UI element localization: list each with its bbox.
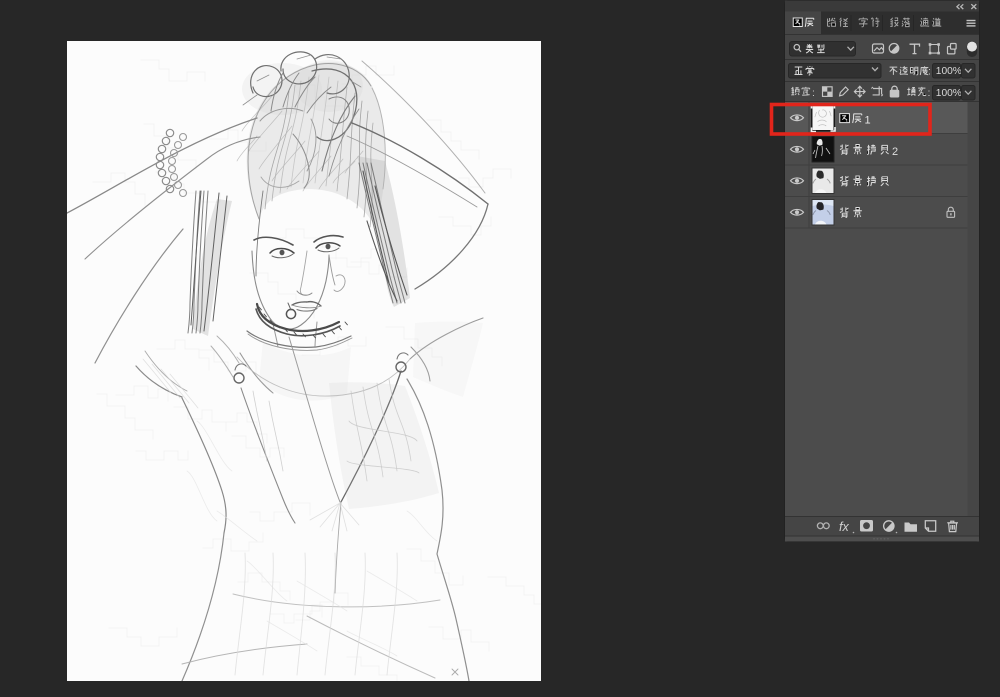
svg-text:1: 1 xyxy=(865,115,871,127)
svg-text::: : xyxy=(812,87,815,99)
svg-text::: : xyxy=(928,87,931,99)
svg-text:100%: 100% xyxy=(936,88,962,99)
svg-text:2: 2 xyxy=(892,146,898,158)
svg-text::: : xyxy=(928,66,931,78)
svg-text:100%: 100% xyxy=(936,66,962,77)
svg-text:fx: fx xyxy=(839,520,849,534)
